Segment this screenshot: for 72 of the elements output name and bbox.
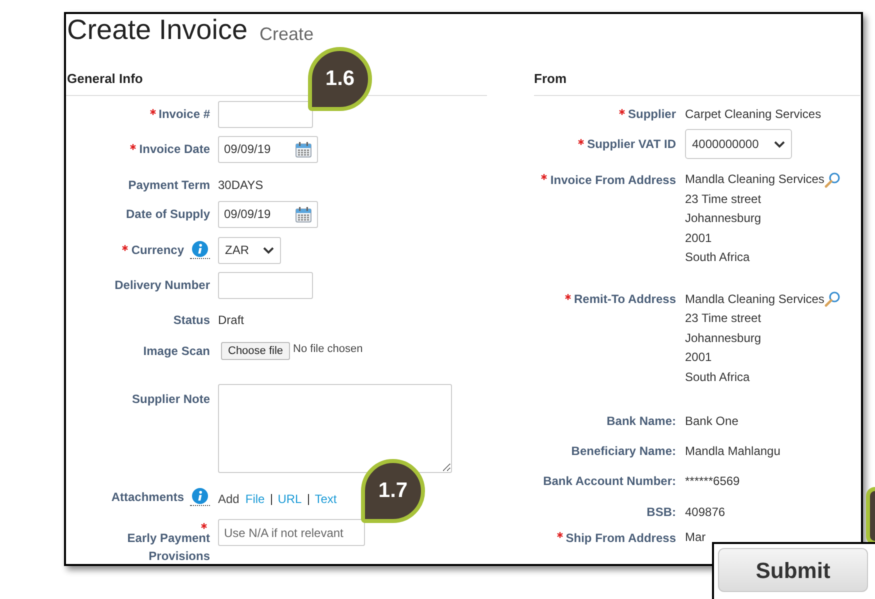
vat-id-dropdown[interactable]: 4000000000: [685, 129, 792, 159]
calendar-icon[interactable]: [295, 206, 312, 222]
address-line: 23 Time street: [685, 310, 762, 327]
field-label: Early Payment Provisions: [126, 530, 210, 564]
required-asterisk-icon: [618, 109, 625, 115]
field-value: Draft: [218, 312, 244, 329]
field-label: Supplier: [628, 106, 676, 123]
field-label: Supplier Note: [132, 391, 210, 408]
field-label: Ship From Address: [566, 530, 676, 547]
chevron-down-icon: [263, 246, 274, 254]
field-label: Image Scan: [143, 343, 210, 360]
field-label: Bank Account Number:: [543, 473, 676, 490]
section-heading: From: [534, 70, 566, 88]
required-asterisk-icon: [564, 294, 571, 300]
search-icon[interactable]: [824, 291, 842, 308]
address-line: Johannesburg: [685, 330, 762, 346]
field-label: Attachments: [111, 489, 184, 506]
address-line: Mandla Cleaning Services: [685, 171, 824, 188]
callout-marker: [866, 487, 875, 545]
date-field[interactable]: 09/09/19: [218, 136, 318, 162]
section-heading: General Info: [67, 70, 143, 88]
address-line: 2001: [685, 230, 713, 246]
info-icon[interactable]: [192, 241, 208, 257]
field-label: Invoice From Address: [550, 172, 676, 189]
required-asterisk-icon: [541, 174, 548, 180]
field-label: Date of Supply: [126, 206, 210, 223]
address-line: Mandla Cleaning Services: [685, 290, 824, 308]
address-line: 23 Time street: [685, 190, 762, 208]
field-label: Delivery Number: [114, 277, 210, 294]
address-line: 2001: [685, 349, 713, 366]
field-value: Bank One: [685, 413, 738, 430]
field-label: Payment Term: [128, 177, 210, 194]
field-label: Beneficiary Name:: [571, 443, 676, 460]
search-icon[interactable]: [824, 172, 842, 188]
field-label: Remit-To Address: [574, 291, 676, 308]
field-label: Invoice #: [158, 106, 210, 123]
choose-file-button[interactable]: Choose file: [221, 342, 290, 360]
field-value: 30DAYS: [218, 177, 264, 194]
text-field[interactable]: [218, 272, 313, 298]
field-label: Supplier VAT ID: [587, 136, 676, 153]
required-asterisk-icon: [578, 139, 584, 145]
field-value: 409876: [685, 504, 726, 521]
page-title: Create Invoice: [67, 14, 248, 46]
note-textarea[interactable]: [218, 384, 452, 473]
calendar-icon[interactable]: [295, 140, 312, 158]
text-field[interactable]: [218, 100, 313, 128]
required-asterisk-icon: [130, 144, 136, 150]
add-label: Add: [218, 491, 240, 508]
field-label: Currency: [131, 242, 184, 259]
currency-dropdown[interactable]: ZAR: [218, 236, 281, 264]
field-label: Status: [173, 312, 210, 329]
text-field[interactable]: Use N/A if not relevant: [218, 519, 365, 546]
address-line: South Africa: [685, 249, 751, 266]
field-label: Invoice Date: [139, 141, 210, 158]
address-line: Mar: [685, 529, 706, 546]
address-line: South Africa: [685, 368, 751, 386]
field-value: ******6569: [685, 473, 740, 490]
chevron-down-icon: [774, 140, 785, 148]
info-icon[interactable]: [192, 488, 208, 504]
date-field[interactable]: 09/09/19: [218, 200, 318, 228]
address-line: Johannesburg: [685, 210, 762, 227]
required-asterisk-icon: [150, 109, 156, 115]
field-label: Bank Name:: [606, 413, 676, 430]
file-status: No file chosen: [293, 342, 363, 357]
field-value: Carpet Cleaning Services: [685, 106, 822, 123]
field-value: Mandla Mahlangu: [685, 443, 780, 460]
submit-button[interactable]: Submit: [718, 548, 868, 592]
field-label: BSB:: [646, 504, 676, 521]
page-subtitle: Create: [260, 23, 314, 46]
required-asterisk-icon: [556, 532, 563, 538]
required-asterisk-icon: [201, 523, 207, 529]
required-asterisk-icon: [122, 245, 128, 251]
